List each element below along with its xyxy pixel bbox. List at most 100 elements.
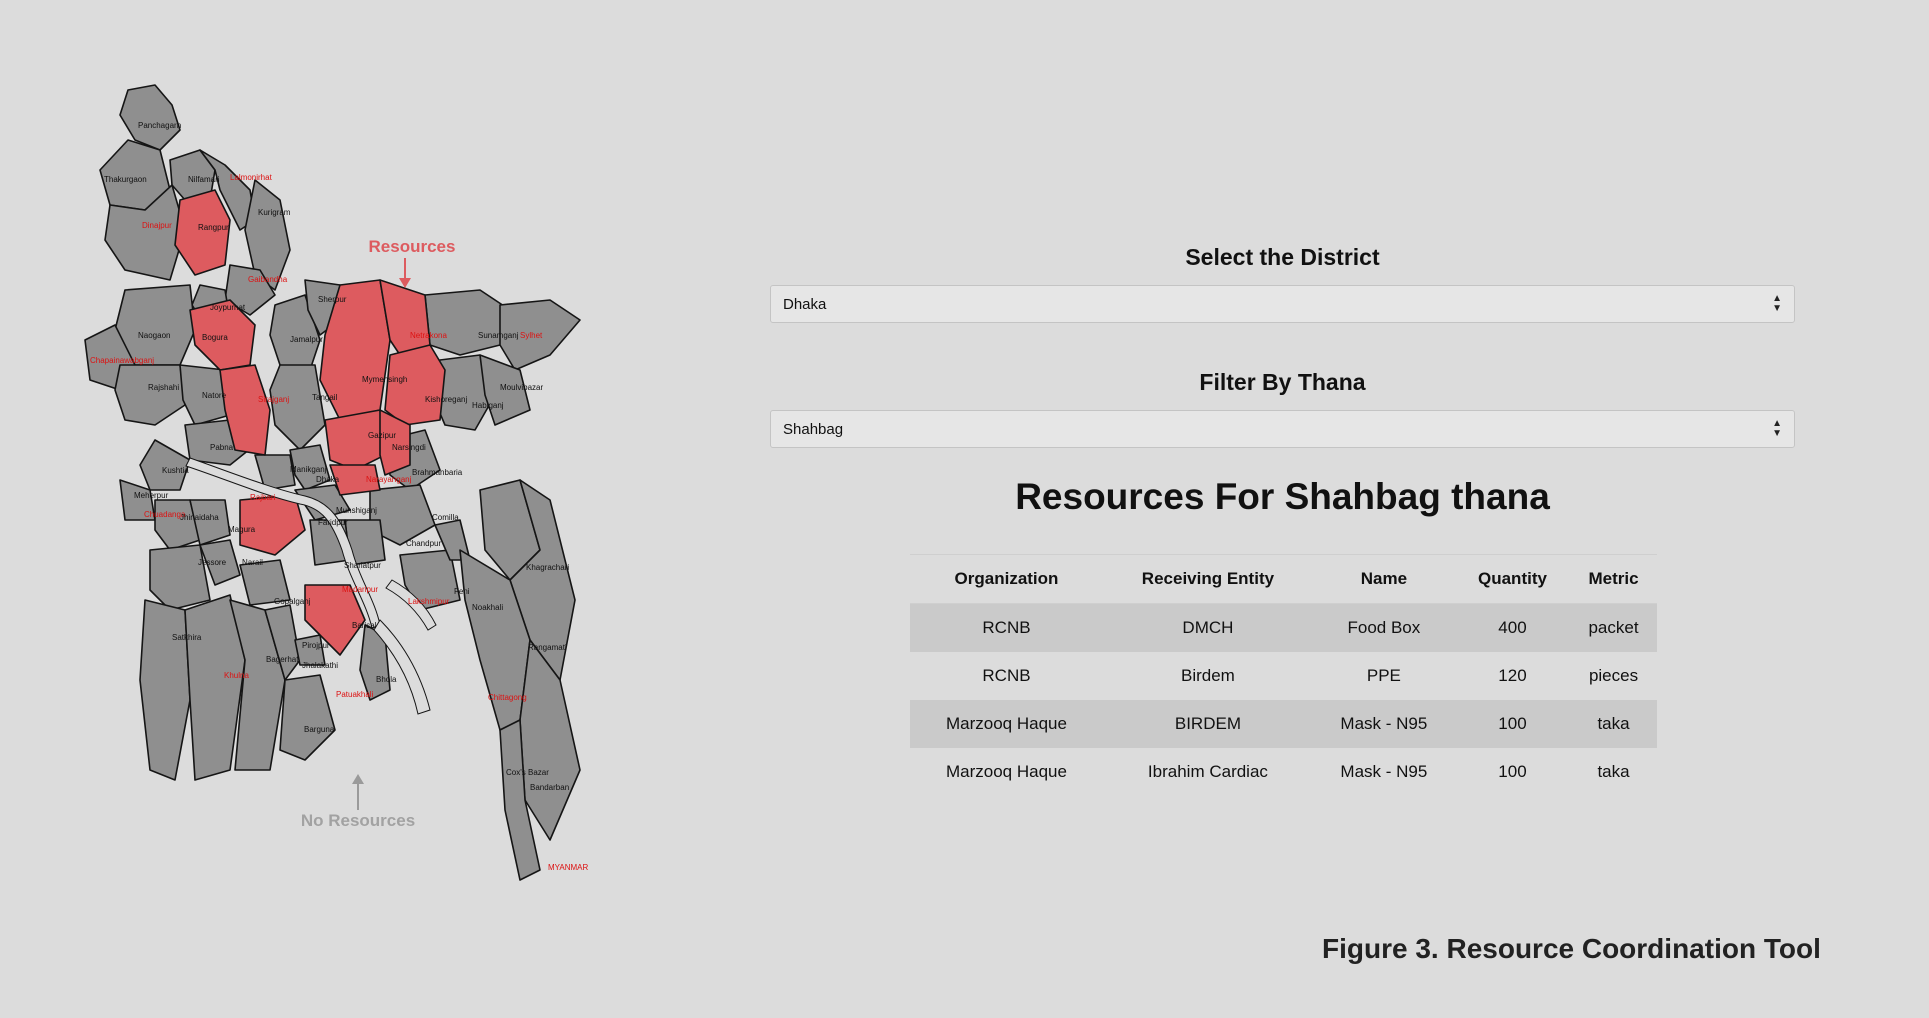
district-label: Pirojpur <box>302 641 330 650</box>
district-label: Thakurgaon <box>104 175 147 184</box>
district-label: Narayanganj <box>366 475 412 484</box>
no-resources-arrowhead <box>352 774 364 784</box>
thana-select[interactable]: Shahbag ▲ ▼ <box>770 410 1795 448</box>
table-row: RCNB Birdem PPE 120 pieces <box>910 652 1657 700</box>
district-rajshahi[interactable] <box>114 364 186 426</box>
district-barguna[interactable] <box>279 674 336 761</box>
district-label: Brahmanbaria <box>412 468 463 477</box>
district-label: Meherpur <box>134 491 169 500</box>
cell-name: PPE <box>1366 666 1401 685</box>
district-label: Bandarban <box>530 783 569 792</box>
resources-heading: Resources For Shahbag thana <box>1015 476 1550 517</box>
district-label: Kishoreganj <box>425 395 467 404</box>
table-row: Marzooq Haque BIRDEM Mask - N95 100 taka <box>910 700 1657 748</box>
cell-receiving-entity: BIRDEM <box>1174 714 1241 733</box>
district-gazipur[interactable] <box>324 409 386 471</box>
cell-receiving-entity: DMCH <box>1182 618 1234 637</box>
cell-quantity: 400 <box>1498 618 1527 637</box>
district-label: Khulna <box>224 671 249 680</box>
cell-name: Food Box <box>1347 618 1421 637</box>
district-label: Rajbari <box>250 493 276 502</box>
district-label: Faridpur <box>318 518 348 527</box>
resources-table: Organization Receiving Entity Name Quant… <box>910 554 1657 796</box>
district-label: Sherpur <box>318 295 347 304</box>
district-label: Rangamati <box>528 643 567 652</box>
district-label: Nilfamari <box>188 175 220 184</box>
district-bandarban[interactable] <box>519 639 581 841</box>
district-satkhira[interactable] <box>139 599 191 781</box>
district-label: Feni <box>454 587 470 596</box>
cell-organization: RCNB <box>982 666 1031 685</box>
cell-organization: RCNB <box>982 618 1031 637</box>
column-header: Receiving Entity <box>1102 554 1313 604</box>
district-label: Kushtia <box>162 466 189 475</box>
district-label: Narsingdi <box>392 443 426 452</box>
district-select[interactable]: Dhaka ▲ ▼ <box>770 285 1795 323</box>
district-select-label: Select the District <box>1185 244 1380 270</box>
table-row: Marzooq Haque Ibrahim Cardiac Mask - N95… <box>910 748 1657 796</box>
cell-metric: pieces <box>1588 666 1639 685</box>
district-sunamganj[interactable] <box>424 289 511 356</box>
district-label: Gopalganj <box>274 597 311 606</box>
district-label: MYANMAR <box>548 863 589 872</box>
district-label: Chittagong <box>488 693 527 702</box>
district-label: Kurigram <box>258 208 291 217</box>
district-label: Gazipur <box>368 431 396 440</box>
district-label: Jamalpur <box>290 335 323 344</box>
no-resources-annotation: No Resources <box>301 774 415 830</box>
district-rangpur[interactable] <box>174 189 231 276</box>
district-label: Cox's Bazar <box>506 768 549 777</box>
cell-quantity: 120 <box>1498 666 1527 685</box>
district-label: Bagerhat <box>266 655 299 664</box>
cell-receiving-entity: Birdem <box>1181 666 1235 685</box>
thana-select-label: Filter By Thana <box>1199 369 1366 395</box>
district-label: Sylhet <box>520 331 543 340</box>
district-label: Lakshmipur <box>408 597 450 606</box>
cell-organization: Marzooq Haque <box>946 762 1067 781</box>
district-label: Moulvibazar <box>500 383 543 392</box>
district-label: Bogura <box>202 333 228 342</box>
district-tangail[interactable] <box>269 364 326 451</box>
district-label: Naogaon <box>138 331 170 340</box>
district-label: Chapainawabganj <box>90 356 154 365</box>
cell-name: Mask - N95 <box>1340 762 1428 781</box>
district-label: Manikganj <box>290 465 327 474</box>
district-jessore[interactable] <box>149 544 211 611</box>
district-label: Chandpur <box>406 539 441 548</box>
bangladesh-district-map: Resources No Resources Panchagarh Thakurg… <box>80 80 720 960</box>
district-label: Munshiganj <box>336 506 377 515</box>
column-header: Name <box>1312 554 1455 604</box>
cell-receiving-entity: Ibrahim Cardiac <box>1147 762 1268 781</box>
district-label: Dinajpur <box>142 221 172 230</box>
cell-quantity: 100 <box>1498 762 1527 781</box>
district-label: Jessore <box>198 558 227 567</box>
table-row: RCNB DMCH Food Box 400 packet <box>910 603 1657 652</box>
district-select-value: Dhaka <box>783 295 827 313</box>
select-updown-icon: ▲ ▼ <box>1772 418 1782 439</box>
district-label: Comilla <box>432 513 459 522</box>
district-label: Natore <box>202 391 227 400</box>
cell-quantity: 100 <box>1498 714 1527 733</box>
district-label: Jhinaidaha <box>180 513 219 522</box>
district-label: Panchagarh <box>138 121 181 130</box>
district-label: Shariatpur <box>344 561 381 570</box>
district-label: Dhaka <box>316 475 340 484</box>
cell-metric: packet <box>1588 618 1639 637</box>
district-label: Jhalakathi <box>302 661 338 670</box>
district-kishoreganj[interactable] <box>384 344 446 426</box>
district-label: Barisal <box>352 621 377 630</box>
thana-select-value: Shahbag <box>783 420 844 438</box>
district-kushtia[interactable] <box>139 439 191 491</box>
district-label: Mymensingh <box>362 375 407 384</box>
district-label: Joypurhat <box>210 303 246 312</box>
district-label: Gaibandha <box>248 275 288 284</box>
map-svg: Resources No Resources Panchagarh Thakurg… <box>84 84 589 881</box>
district-label: Rangpur <box>198 223 229 232</box>
district-label: Habiganj <box>472 401 504 410</box>
district-label: Rajshahi <box>148 383 179 392</box>
cell-metric: taka <box>1597 714 1630 733</box>
cell-metric: taka <box>1597 762 1630 781</box>
district-label: Khagrachari <box>526 563 569 572</box>
select-updown-icon: ▲ ▼ <box>1772 293 1782 314</box>
district-label: Patuakhali <box>336 690 374 699</box>
